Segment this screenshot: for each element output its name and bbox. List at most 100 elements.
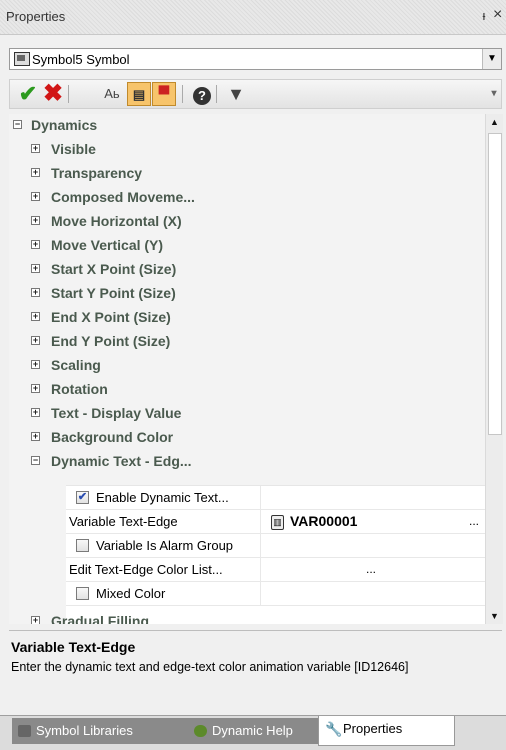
expand-icon[interactable]: + [31,216,40,225]
property-name: Mixed Color [96,586,166,601]
property-value-cell[interactable]: ... [261,558,485,581]
tab-symbol-libraries[interactable]: Symbol Libraries [12,718,202,744]
property-name: Variable Is Alarm Group [96,538,234,553]
scroll-down-icon[interactable]: ▼ [486,608,503,624]
expand-icon[interactable]: + [31,144,40,153]
scroll-up-icon[interactable]: ▲ [486,114,503,130]
dropdown-arrow-icon[interactable]: ▼ [482,49,501,69]
toolbar-separator [68,85,69,103]
cancel-x-icon[interactable]: ✖ [41,82,65,106]
property-grid: ✔ Enable Dynamic Text... Variable Text-E… [66,485,485,624]
expand-icon[interactable]: + [31,240,40,249]
bottom-tab-strip: Symbol Libraries Dynamic Help 🔧 Properti… [0,715,506,750]
tree-item-end-x[interactable]: + End X Point (Size) [9,306,485,329]
collapse-icon[interactable]: − [31,456,40,465]
object-selector-value: Symbol5 Symbol [32,52,130,67]
property-row-variable-is-alarm-group[interactable]: Variable Is Alarm Group [66,534,485,558]
property-value-cell[interactable] [261,486,485,509]
help-icon[interactable]: ? [190,82,214,106]
tree-item-scaling[interactable]: + Scaling [9,354,485,377]
expand-icon[interactable]: + [31,432,40,441]
variable-is-alarm-group-checkbox[interactable] [76,539,89,552]
object-selector[interactable]: Symbol5 Symbol ▼ [9,48,502,70]
tree-item-label: Start X Point (Size) [51,261,177,277]
property-name: Enable Dynamic Text... [96,490,229,505]
property-value-cell[interactable] [261,582,485,605]
apply-check-icon[interactable]: ✔ [16,82,40,106]
collapse-icon[interactable]: − [13,120,22,129]
tab-dynamic-help[interactable]: Dynamic Help [188,718,335,744]
tree-item-move-vertical[interactable]: + Move Vertical (Y) [9,234,485,257]
expand-icon[interactable]: + [31,264,40,273]
description-text: Enter the dynamic text and edge-text col… [11,660,409,674]
property-value-cell[interactable] [261,534,485,557]
variable-tag-icon: ▥ [271,515,284,530]
tree-item-label: Start Y Point (Size) [51,285,176,301]
property-name-cell: Mixed Color [66,582,261,605]
property-value-cell[interactable]: ▥ VAR00001 ... [261,510,485,533]
property-row-variable-text-edge[interactable]: Variable Text-Edge ▥ VAR00001 ... [66,510,485,534]
tab-label: Properties [343,721,403,736]
expand-icon[interactable]: + [31,336,40,345]
tree-item-label: Rotation [51,381,108,397]
description-pane: Variable Text-Edge Enter the dynamic tex… [9,630,502,709]
property-name-cell: Variable Is Alarm Group [66,534,261,557]
expand-icon[interactable]: + [31,616,40,624]
expand-icon[interactable]: + [31,312,40,321]
property-row-enable-dynamic-text[interactable]: ✔ Enable Dynamic Text... [66,486,485,510]
expand-icon[interactable]: + [31,384,40,393]
toolbar-overflow-icon[interactable]: ▾ [489,82,499,106]
enable-dynamic-text-checkbox[interactable]: ✔ [76,491,89,504]
tree-item-visible[interactable]: + Visible [9,138,485,161]
browse-button[interactable]: ... [469,510,479,533]
edit-color-list-button[interactable]: ... [366,558,376,581]
property-tree: − Dynamics + Visible + Transparency + Co… [9,114,485,624]
tree-item-transparency[interactable]: + Transparency [9,162,485,185]
pin-icon[interactable]: ᵼ [478,8,490,24]
tree-item-end-y[interactable]: + End Y Point (Size) [9,330,485,353]
property-row-edit-text-edge-color-list[interactable]: Edit Text-Edge Color List... ... [66,558,485,582]
tree-item-label: Transparency [51,165,143,181]
tree-item-gradual-filling[interactable]: + Gradual Filling [9,610,485,624]
tree-item-composed-movement[interactable]: + Composed Moveme... [9,186,485,209]
variable-value: VAR00001 [290,513,358,529]
expand-icon[interactable]: + [31,192,40,201]
tree-item-start-x[interactable]: + Start X Point (Size) [9,258,485,281]
properties-toolbar: ✔ ✖ ▦ Aь ▤ ▀ ? ▼ ▾ [9,79,502,595]
tree-item-label: Composed Moveme... [51,189,195,205]
description-toggle-icon[interactable]: ▀ [152,82,176,106]
vertical-scrollbar[interactable]: ▲ ▼ [485,114,503,624]
tree-item-dynamic-text-edge[interactable]: − Dynamic Text - Edg... [9,450,485,473]
mixed-color-checkbox[interactable] [76,587,89,600]
property-name: Edit Text-Edge Color List... [69,562,223,577]
close-icon[interactable]: × [493,6,502,24]
expand-icon[interactable]: + [31,408,40,417]
symbol-icon [14,52,30,66]
tree-item-label: Visible [51,141,96,157]
help-globe-icon [194,725,207,737]
tree-item-label: Text - Display Value [51,405,182,421]
expand-icon[interactable]: + [31,360,40,369]
property-name: Variable Text-Edge [69,514,178,529]
property-pages-icon[interactable]: ▤ [127,82,151,106]
filter-icon[interactable]: ▼ [224,82,248,106]
tree-item-rotation[interactable]: + Rotation [9,378,485,401]
tab-properties[interactable]: 🔧 Properties [318,716,455,746]
tab-label: Symbol Libraries [36,723,133,738]
library-icon [18,725,31,737]
property-name-cell: Edit Text-Edge Color List... [66,558,261,581]
tree-item-move-horizontal[interactable]: + Move Horizontal (X) [9,210,485,233]
expand-icon[interactable]: + [31,288,40,297]
tree-item-label: End Y Point (Size) [51,333,171,349]
alphabetical-icon[interactable]: Aь [100,82,124,106]
tab-label: Dynamic Help [212,723,293,738]
scrollbar-thumb[interactable] [488,133,502,435]
tree-item-text-display-value[interactable]: + Text - Display Value [9,402,485,425]
tree-item-start-y[interactable]: + Start Y Point (Size) [9,282,485,305]
panel-title: Properties [6,9,66,24]
help-icon-glyph: ? [193,87,211,105]
expand-icon[interactable]: + [31,168,40,177]
tree-item-background-color[interactable]: + Background Color [9,426,485,449]
tree-category-dynamics[interactable]: − Dynamics [9,114,485,137]
property-row-mixed-color[interactable]: Mixed Color [66,582,485,606]
